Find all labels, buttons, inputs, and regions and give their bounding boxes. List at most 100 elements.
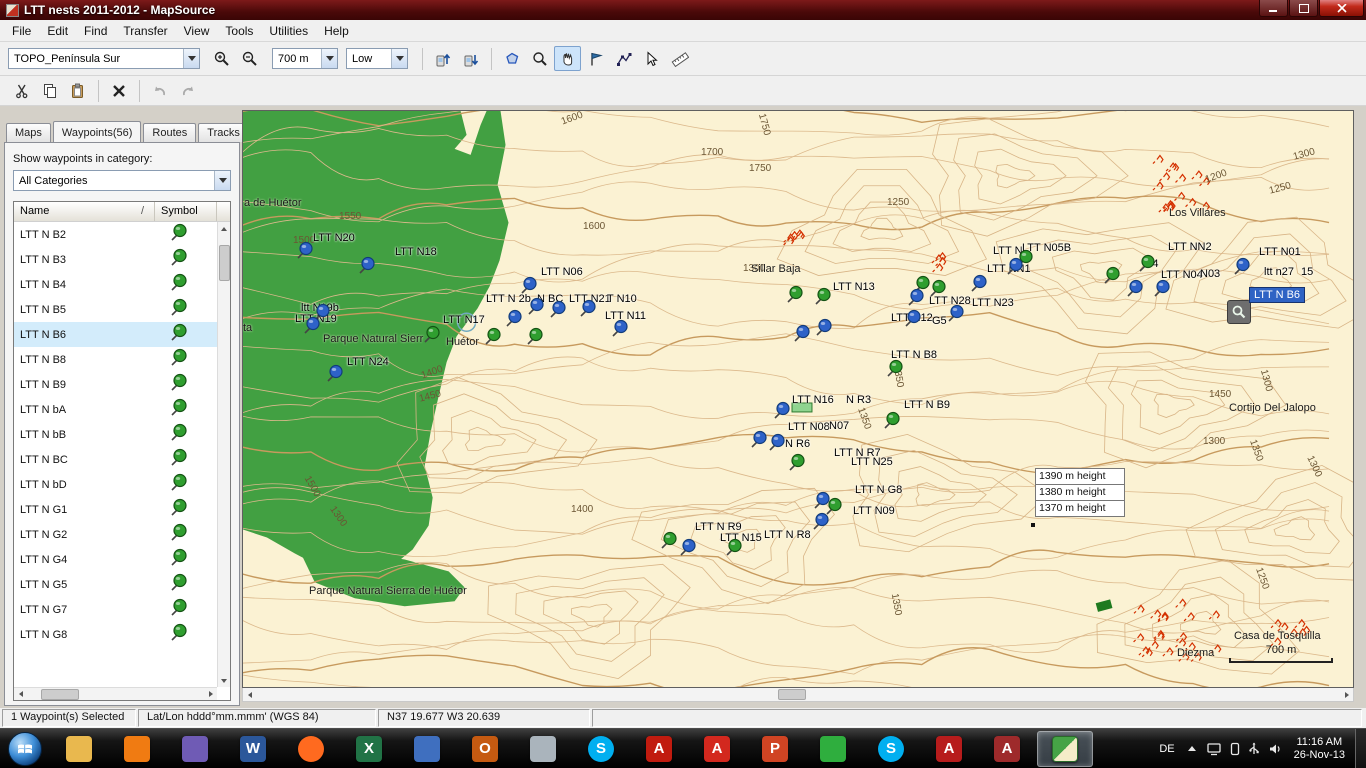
map-pin-blue[interactable] bbox=[678, 538, 698, 558]
minimize-button[interactable] bbox=[1259, 0, 1288, 17]
taskbar-app-mapsource[interactable] bbox=[1037, 731, 1093, 767]
waypoint-list-vscrollbar[interactable] bbox=[217, 222, 230, 687]
scroll-up-icon[interactable] bbox=[218, 222, 231, 235]
waypoint-row[interactable]: LTT N G1 bbox=[14, 497, 217, 522]
device-tray-icon[interactable] bbox=[1230, 742, 1240, 756]
map-pin-green[interactable] bbox=[787, 453, 807, 473]
taskbar-app-app-purple[interactable] bbox=[167, 731, 223, 767]
map-pin-blue[interactable] bbox=[1125, 279, 1145, 299]
start-button[interactable] bbox=[8, 732, 42, 766]
waypoint-row[interactable]: LTT N bA bbox=[14, 397, 217, 422]
waypoint-row[interactable]: LTT N BC bbox=[14, 447, 217, 472]
map-pin-green[interactable] bbox=[813, 287, 833, 307]
map-pin-blue[interactable] bbox=[504, 309, 524, 329]
map-pin-blue[interactable] bbox=[1005, 257, 1025, 277]
name-column-header[interactable]: Name/ bbox=[14, 202, 155, 221]
taskbar-app-acrobat[interactable]: A bbox=[631, 731, 687, 767]
zoom-out-button[interactable] bbox=[236, 46, 263, 71]
selected-waypoint-icon[interactable] bbox=[1227, 300, 1251, 324]
scroll-left-icon[interactable] bbox=[14, 688, 27, 701]
symbol-column-header[interactable]: Symbol bbox=[155, 202, 217, 221]
copy-button[interactable] bbox=[36, 78, 63, 103]
zoom-tool-button[interactable] bbox=[526, 46, 553, 71]
map-pin-blue[interactable] bbox=[325, 364, 345, 384]
tab-maps[interactable]: Maps bbox=[6, 123, 51, 142]
map-pin-green[interactable] bbox=[525, 327, 545, 347]
map-pin-green[interactable] bbox=[928, 279, 948, 299]
category-combobox[interactable]: All Categories bbox=[13, 170, 231, 191]
map-pin-blue[interactable] bbox=[295, 241, 315, 261]
taskbar-app-skype[interactable]: S bbox=[573, 731, 629, 767]
waypoint-row[interactable]: LTT N G4 bbox=[14, 547, 217, 572]
taskbar-app-pdf[interactable]: A bbox=[689, 731, 745, 767]
map-pin-green[interactable] bbox=[659, 531, 679, 551]
language-indicator[interactable]: DE bbox=[1153, 743, 1180, 755]
waypoint-row[interactable]: LTT N B9 bbox=[14, 372, 217, 397]
map-pin-blue[interactable] bbox=[302, 316, 322, 336]
map-product-combobox[interactable]: TOPO_Península Sur bbox=[8, 48, 200, 69]
hscroll-thumb[interactable] bbox=[41, 689, 79, 700]
waypoint-row[interactable]: LTT N B6 bbox=[14, 322, 217, 347]
taskbar-app-app-green[interactable] bbox=[805, 731, 861, 767]
taskbar-app-explorer[interactable] bbox=[51, 731, 107, 767]
delete-button[interactable] bbox=[105, 78, 132, 103]
undo-button[interactable] bbox=[146, 78, 173, 103]
menu-item-tools[interactable]: Tools bbox=[217, 21, 261, 41]
map-canvas[interactable]: 1750160017001750130012001250125015501500… bbox=[242, 110, 1354, 688]
map-pin-blue[interactable] bbox=[578, 299, 598, 319]
combo-arrow-icon[interactable] bbox=[183, 49, 199, 68]
receive-from-device-button[interactable] bbox=[457, 46, 484, 71]
taskbar-app-calculator[interactable] bbox=[399, 731, 455, 767]
combo-arrow-icon[interactable] bbox=[214, 171, 230, 190]
zoom-in-button[interactable] bbox=[208, 46, 235, 71]
map-pin-green[interactable] bbox=[1102, 266, 1122, 286]
map-pin-blue[interactable] bbox=[772, 401, 792, 421]
menu-item-find[interactable]: Find bbox=[76, 21, 115, 41]
waypoint-row[interactable]: LTT N G5 bbox=[14, 572, 217, 597]
waypoint-row[interactable]: LTT N B8 bbox=[14, 347, 217, 372]
waypoint-row[interactable]: LTT N G2 bbox=[14, 522, 217, 547]
menu-item-view[interactable]: View bbox=[176, 21, 218, 41]
map-pin-blue[interactable] bbox=[526, 297, 546, 317]
map-pin-blue[interactable] bbox=[906, 288, 926, 308]
waypoint-row[interactable]: LTT N G7 bbox=[14, 597, 217, 622]
taskbar-app-outlook[interactable]: O bbox=[457, 731, 513, 767]
map-pin-blue[interactable] bbox=[749, 430, 769, 450]
taskbar-app-skype2[interactable]: S bbox=[863, 731, 919, 767]
taskbar-app-excel[interactable]: X bbox=[341, 731, 397, 767]
waypoint-row[interactable]: LTT N B5 bbox=[14, 297, 217, 322]
waypoint-row[interactable]: LTT N bB bbox=[14, 422, 217, 447]
scroll-right-icon[interactable] bbox=[204, 688, 217, 701]
measure-ruler-tool-button[interactable] bbox=[666, 46, 693, 71]
waypoint-row[interactable]: LTT N B3 bbox=[14, 247, 217, 272]
title-bar[interactable]: LTT nests 2011-2012 - MapSource bbox=[0, 0, 1366, 20]
clock[interactable]: 11:16 AM 26-Nov-13 bbox=[1294, 736, 1345, 762]
map-pin-green[interactable] bbox=[882, 411, 902, 431]
vscroll-thumb[interactable] bbox=[219, 245, 230, 281]
map-pin-blue[interactable] bbox=[792, 324, 812, 344]
map-pin-blue[interactable] bbox=[519, 276, 539, 296]
map-pin-green[interactable] bbox=[724, 538, 744, 558]
map-select-tool-button[interactable] bbox=[498, 46, 525, 71]
redo-button[interactable] bbox=[174, 78, 201, 103]
display-tray-icon[interactable] bbox=[1207, 742, 1222, 756]
cut-button[interactable] bbox=[8, 78, 35, 103]
taskbar-app-word[interactable]: W bbox=[225, 731, 281, 767]
map-scroll-right-icon[interactable] bbox=[1340, 688, 1353, 701]
maximize-button[interactable] bbox=[1289, 0, 1318, 17]
menu-item-edit[interactable]: Edit bbox=[39, 21, 76, 41]
combo-arrow-icon[interactable] bbox=[321, 49, 337, 68]
tab-routes[interactable]: Routes bbox=[143, 123, 196, 142]
map-pin-blue[interactable] bbox=[969, 274, 989, 294]
route-tool-button[interactable] bbox=[610, 46, 637, 71]
menu-item-utilities[interactable]: Utilities bbox=[261, 21, 316, 41]
map-pin-blue[interactable] bbox=[610, 319, 630, 339]
map-pin-green[interactable] bbox=[885, 359, 905, 379]
waypoint-row[interactable]: LTT N B4 bbox=[14, 272, 217, 297]
usb-tray-icon[interactable] bbox=[1248, 742, 1260, 756]
menu-item-help[interactable]: Help bbox=[316, 21, 357, 41]
map-scroll-left-icon[interactable] bbox=[243, 688, 256, 701]
taskbar-app-access[interactable]: A bbox=[979, 731, 1035, 767]
scroll-down-icon[interactable] bbox=[218, 674, 231, 687]
selection-arrow-tool-button[interactable] bbox=[638, 46, 665, 71]
